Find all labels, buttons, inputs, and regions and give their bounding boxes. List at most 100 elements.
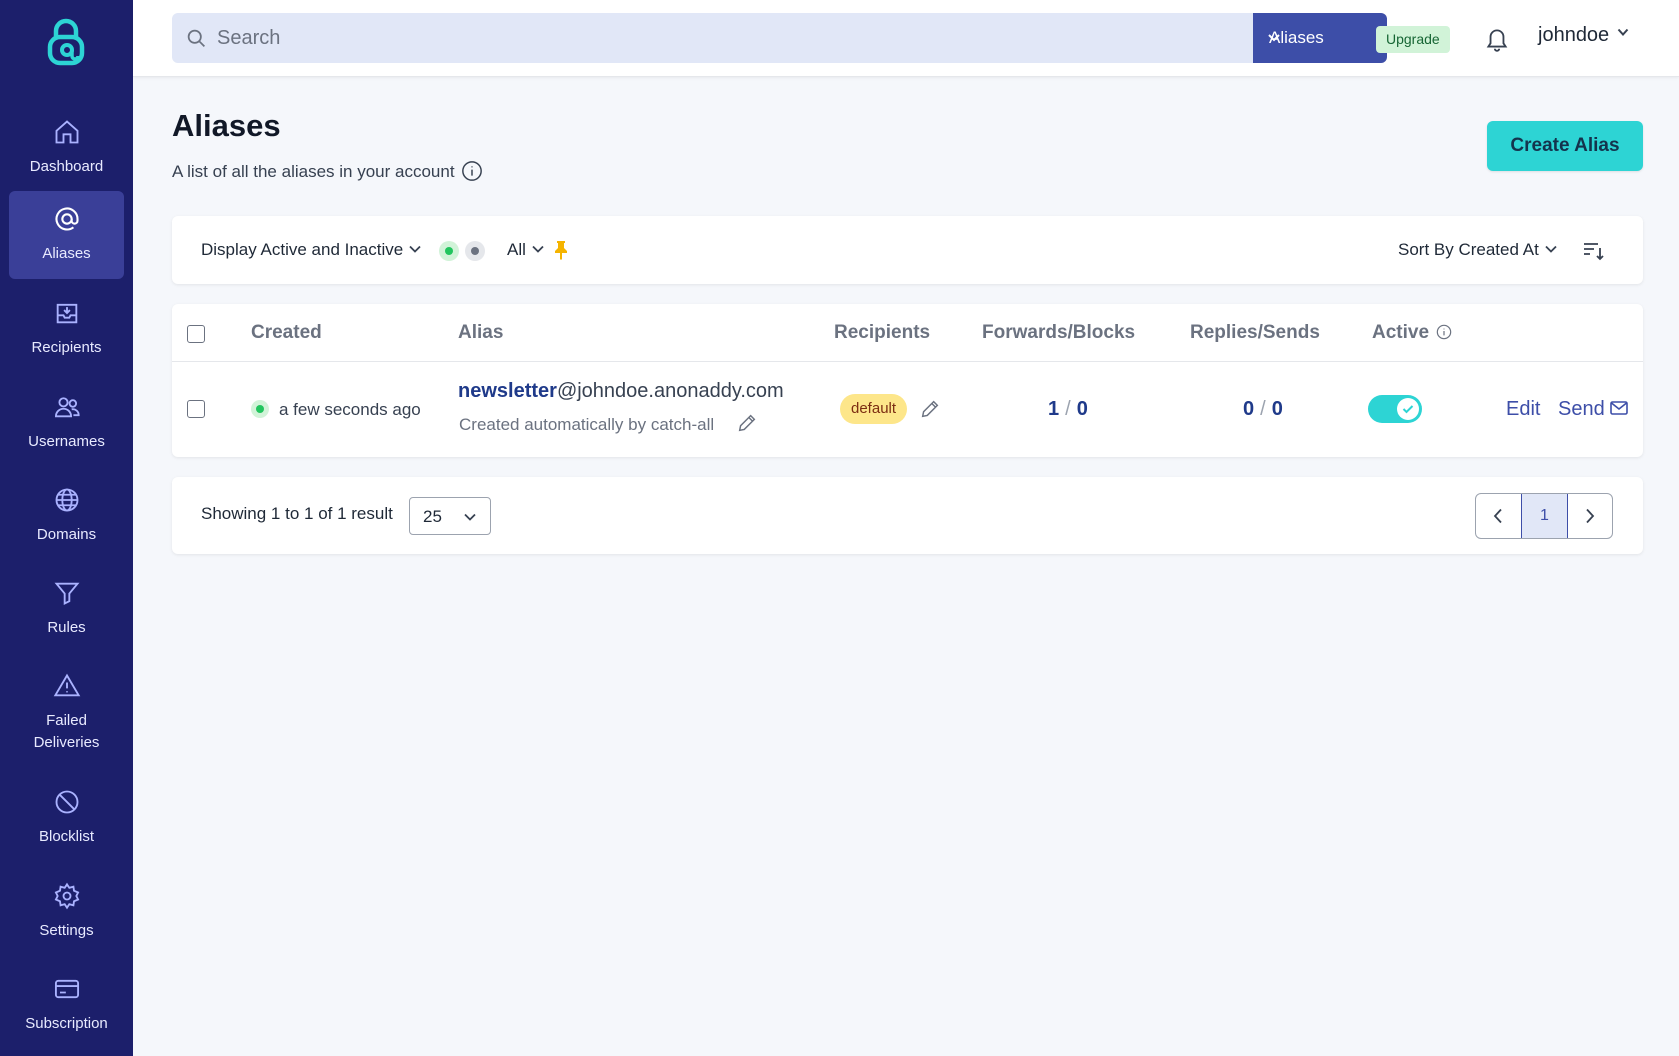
page-subtitle: A list of all the aliases in your accoun…	[172, 160, 483, 182]
filter-bar: Display Active and Inactive All Sort By …	[172, 216, 1643, 284]
sidebar-item-label: Subscription	[25, 1015, 108, 1032]
count-separator: /	[1065, 398, 1071, 420]
sidebar-item-blocklist[interactable]: Blocklist	[9, 774, 124, 862]
create-alias-button[interactable]: Create Alias	[1487, 121, 1643, 171]
sidebar: Dashboard Aliases Recipients Usernames D…	[0, 0, 133, 1056]
sidebar-item-domains[interactable]: Domains	[9, 472, 124, 560]
column-header-alias[interactable]: Alias	[458, 322, 503, 344]
column-header-active[interactable]: Active	[1372, 322, 1452, 344]
credit-card-icon	[54, 979, 80, 999]
per-page-select[interactable]: 25	[409, 497, 491, 535]
sort-label: Sort By Created At	[1398, 240, 1539, 259]
forwards-count: 1	[1048, 398, 1060, 420]
sidebar-item-label: Usernames	[28, 433, 105, 450]
sidebar-item-failed-deliveries[interactable]: Failed Deliveries	[9, 658, 124, 768]
pagination-bar: Showing 1 to 1 of 1 result 25 1	[172, 477, 1643, 554]
column-header-recipients: Recipients	[834, 322, 931, 343]
username: johndoe	[1538, 24, 1610, 46]
sidebar-item-rules[interactable]: Rules	[9, 565, 124, 653]
sort-select[interactable]: Sort By Created At	[1398, 240, 1557, 260]
column-header-forwards-blocks[interactable]: Forwards/Blocks	[982, 322, 1135, 344]
sidebar-item-settings[interactable]: Settings	[9, 868, 124, 956]
sidebar-item-subscription[interactable]: Subscription	[9, 961, 124, 1049]
chevron-down-icon	[1617, 28, 1629, 36]
inbox-icon	[56, 303, 78, 324]
current-page-button[interactable]: 1	[1521, 494, 1568, 538]
forwards-blocks-count: 1/0	[1048, 398, 1088, 421]
pager: 1	[1475, 493, 1613, 539]
column-header-created[interactable]: Created	[251, 322, 322, 344]
sidebar-item-label: Aliases	[42, 245, 91, 262]
alias-local-part: newsletter	[458, 380, 557, 402]
pin-icon[interactable]	[553, 240, 569, 260]
column-header-replies-sends[interactable]: Replies/Sends	[1190, 322, 1320, 344]
type-filter-label: All	[507, 240, 526, 259]
sidebar-item-label: Rules	[47, 619, 86, 636]
info-icon[interactable]	[461, 160, 483, 182]
per-page-value: 25	[423, 507, 442, 526]
chevron-down-icon	[409, 245, 421, 253]
search-scope-select[interactable]: Aliases	[1253, 13, 1387, 63]
globe-icon	[55, 488, 79, 512]
sort-direction-icon[interactable]	[1582, 239, 1604, 261]
replies-count: 0	[1243, 398, 1255, 420]
check-icon	[1402, 405, 1414, 414]
alias-description: Created automatically by catch-all	[459, 415, 715, 434]
sidebar-item-recipients[interactable]: Recipients	[9, 285, 124, 373]
sidebar-item-label: Failed Deliveries	[33, 712, 100, 751]
envelope-icon	[1609, 401, 1628, 415]
table-header-divider	[172, 361, 1643, 362]
aliases-table: Created Alias Recipients Forwards/Blocks…	[172, 304, 1643, 457]
bell-icon[interactable]	[1484, 25, 1510, 53]
search-icon	[187, 29, 205, 47]
chevron-down-icon	[532, 245, 544, 253]
type-filter-select[interactable]: All	[507, 240, 544, 260]
sidebar-item-label: Blocklist	[38, 828, 94, 845]
ban-icon	[55, 790, 79, 814]
at-icon	[55, 207, 79, 231]
sidebar-item-label: Dashboard	[29, 158, 104, 175]
chevron-left-icon	[1493, 508, 1502, 524]
active-status-dot	[251, 400, 269, 418]
topbar: Aliases Upgrade johndoe	[133, 0, 1679, 77]
users-icon	[54, 397, 80, 418]
count-separator: /	[1260, 398, 1266, 420]
send-from-alias-link[interactable]: Send	[1558, 398, 1628, 421]
search-input[interactable]	[217, 13, 1267, 63]
edit-alias-link[interactable]: Edit	[1506, 398, 1540, 421]
created-time: a few seconds ago	[279, 400, 421, 419]
warning-icon	[53, 673, 81, 697]
select-all-checkbox[interactable]	[187, 325, 205, 343]
next-page-button[interactable]	[1568, 494, 1612, 538]
alias-domain: @johndoe.anonaddy.com	[556, 380, 784, 402]
active-toggle[interactable]	[1368, 395, 1422, 423]
anonaddy-logo[interactable]	[46, 17, 86, 69]
alias-email[interactable]: newsletter@johndoe.anonaddy.com	[458, 380, 784, 403]
edit-recipients-pencil-icon[interactable]	[919, 398, 941, 420]
filter-icon	[54, 582, 80, 606]
chevron-right-icon	[1586, 508, 1595, 524]
user-menu[interactable]: johndoe	[1538, 24, 1629, 47]
sidebar-item-label: Recipients	[31, 339, 102, 356]
chevron-down-icon	[1545, 245, 1557, 253]
display-filter-label: Display Active and Inactive	[201, 240, 404, 259]
column-header-active-label: Active	[1372, 322, 1430, 343]
inactive-filter-dot[interactable]	[465, 241, 485, 261]
chevron-down-icon	[464, 513, 476, 521]
upgrade-badge[interactable]: Upgrade	[1376, 26, 1450, 53]
toggle-knob	[1397, 398, 1419, 420]
search-box: Aliases	[172, 13, 1387, 63]
sidebar-item-aliases[interactable]: Aliases	[9, 191, 124, 279]
replies-sends-count: 0/0	[1243, 398, 1283, 421]
active-filter-dot[interactable]	[439, 241, 459, 261]
sidebar-item-usernames[interactable]: Usernames	[9, 379, 124, 467]
chevron-down-icon	[1268, 34, 1280, 42]
send-label: Send	[1558, 398, 1605, 420]
edit-description-pencil-icon[interactable]	[736, 412, 758, 434]
row-checkbox[interactable]	[187, 400, 205, 418]
page-subtitle-text: A list of all the aliases in your accoun…	[172, 162, 455, 181]
previous-page-button[interactable]	[1476, 494, 1521, 538]
display-filter-select[interactable]: Display Active and Inactive	[201, 240, 421, 260]
info-icon[interactable]	[1436, 324, 1452, 340]
sidebar-item-dashboard[interactable]: Dashboard	[9, 104, 124, 192]
